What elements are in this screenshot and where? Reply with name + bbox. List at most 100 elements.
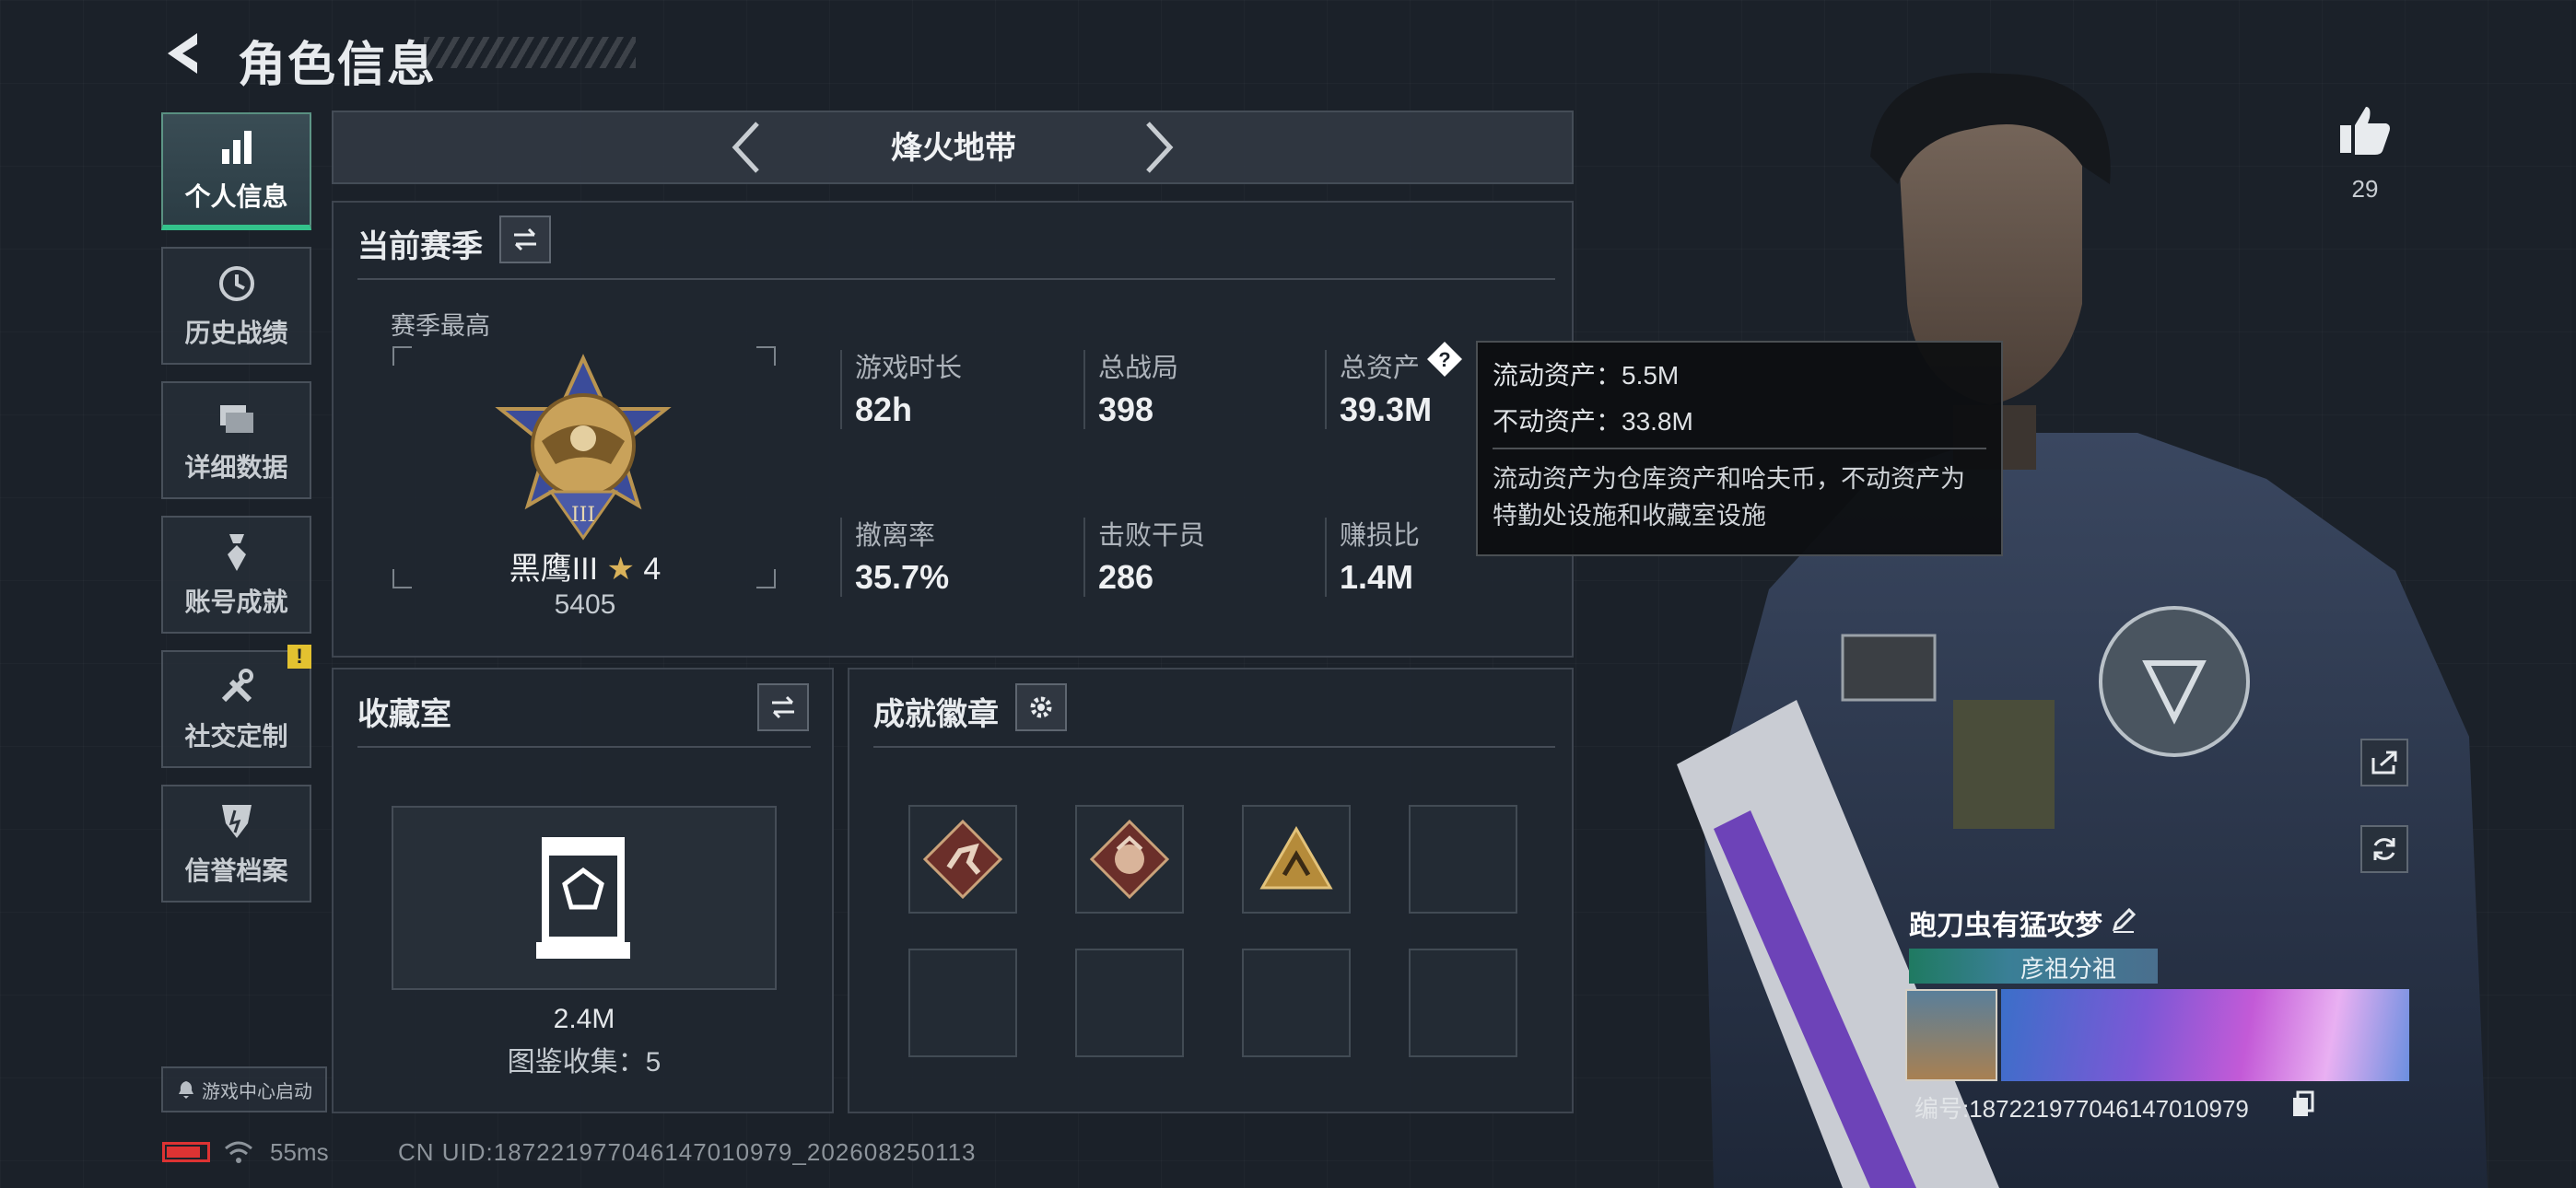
collection-title: 收藏室 xyxy=(357,697,451,732)
stat-value: 1.4M xyxy=(1340,558,1414,596)
shield-icon xyxy=(221,805,252,838)
folder-icon xyxy=(219,405,253,433)
svg-text:III: III xyxy=(571,504,595,527)
badge-slot-empty[interactable] xyxy=(1075,949,1184,1057)
liquid-assets: 流动资产：5.5M xyxy=(1493,361,1680,390)
player-banner[interactable] xyxy=(2001,989,2409,1081)
share-icon xyxy=(2371,751,2397,775)
game-center-label: 游戏中心启动 xyxy=(202,1081,312,1102)
stat-separator xyxy=(1083,350,1085,429)
badge-slot[interactable] xyxy=(1075,805,1184,914)
nav-item-label: 信誉档案 xyxy=(184,856,288,885)
collection-count: 图鉴收集：5 xyxy=(507,1047,662,1077)
stat-value: 398 xyxy=(1098,390,1154,428)
season-best-label: 赛季最高 xyxy=(391,312,490,340)
badge-slot-empty[interactable] xyxy=(1409,949,1517,1057)
badge-slot-empty[interactable] xyxy=(908,949,1017,1057)
rank-stars: 4 xyxy=(643,552,662,587)
rank-emblem-icon: III xyxy=(495,354,672,541)
ping-text: 55ms xyxy=(270,1138,329,1166)
badge-slot-empty[interactable] xyxy=(1409,805,1517,914)
player-tag: 彦祖分祖 xyxy=(2020,955,2116,983)
title-decoration xyxy=(424,37,636,68)
season-divider xyxy=(357,278,1555,280)
nav-item-credit[interactable]: 信誉档案 xyxy=(161,785,311,903)
stat-separator xyxy=(840,518,842,597)
season-title: 当前赛季 xyxy=(357,229,483,264)
svg-text:?: ? xyxy=(1438,348,1450,371)
assets-tooltip: 流动资产：5.5M 不动资产：33.8M 流动资产为仓库资产和哈夫币，不动资产为… xyxy=(1476,341,2003,556)
back-arrow-icon[interactable] xyxy=(157,26,212,81)
rank-name: 黑鹰III ★ 4 xyxy=(461,543,709,588)
nav-item-history[interactable]: 历史战绩 xyxy=(161,247,311,365)
badges-title: 成就徽章 xyxy=(873,697,999,732)
stat-value: 82h xyxy=(855,390,913,428)
page-title: 角色信息 xyxy=(238,39,438,92)
game-center-button[interactable]: 游戏中心启动 xyxy=(161,1066,327,1112)
collection-divider xyxy=(357,746,811,748)
stat-value: 35.7% xyxy=(855,558,950,596)
season-switch-button[interactable] xyxy=(499,215,551,263)
triangle-badge-icon xyxy=(1259,826,1333,890)
chevron-left-icon[interactable] xyxy=(728,118,765,177)
player-id: 编号:187221977046147010979 xyxy=(1914,1095,2249,1123)
share-button[interactable] xyxy=(2360,739,2408,786)
wifi-icon xyxy=(225,1141,252,1163)
player-name: 跑刀虫有猛攻梦 xyxy=(1909,911,2102,941)
medal-icon xyxy=(227,534,246,571)
display-case-icon xyxy=(536,837,630,959)
collection-value: 2.4M xyxy=(553,1004,615,1034)
stat-label: 赚损比 xyxy=(1340,521,1421,551)
badge-slot[interactable] xyxy=(1242,805,1351,914)
runner-badge-icon xyxy=(923,820,1002,899)
swap-icon xyxy=(772,695,794,719)
stat-separator xyxy=(1325,518,1327,597)
thumbs-up-icon[interactable] xyxy=(2336,101,2394,158)
chevron-right-icon[interactable] xyxy=(1141,118,1177,177)
nav-item-detail-data[interactable]: 详细数据 xyxy=(161,381,311,499)
rank-score: 5405 xyxy=(554,589,616,620)
question-icon[interactable]: ? xyxy=(1426,341,1463,378)
avatar[interactable] xyxy=(1905,989,1997,1081)
swap-icon xyxy=(514,227,536,251)
stat-label: 游戏时长 xyxy=(855,354,963,383)
stat-label: 总战局 xyxy=(1098,354,1179,383)
warning-badge: ! xyxy=(287,645,311,669)
collection-switch-button[interactable] xyxy=(757,683,809,731)
nav-item-label: 历史战绩 xyxy=(184,319,288,347)
mode-title: 烽火地带 xyxy=(891,131,1016,166)
tools-icon xyxy=(221,669,253,703)
badge-slot[interactable] xyxy=(908,805,1017,914)
copy-icon[interactable] xyxy=(2290,1090,2316,1118)
gear-icon xyxy=(1030,696,1052,718)
like-count: 29 xyxy=(2351,175,2379,203)
badge-slot-empty[interactable] xyxy=(1242,949,1351,1057)
nav-item-achievements[interactable]: 账号成就 xyxy=(161,516,311,634)
nav-item-personal-info[interactable]: 个人信息 xyxy=(161,112,311,230)
bar-chart-icon xyxy=(221,131,252,164)
assets-description: 流动资产为仓库资产和哈夫币，不动资产为特勤处设施和收藏室设施 xyxy=(1493,465,1965,530)
stat-value: 286 xyxy=(1098,558,1154,596)
stat-separator xyxy=(1325,350,1327,429)
nav-item-label: 社交定制 xyxy=(184,722,288,751)
tooltip-divider xyxy=(1493,448,1986,449)
stat-separator xyxy=(840,350,842,429)
dragon-badge-icon xyxy=(1090,820,1169,899)
refresh-icon xyxy=(2373,838,2395,860)
bell-icon xyxy=(179,1081,193,1099)
stat-label: 撤离率 xyxy=(855,521,936,551)
stat-separator xyxy=(1083,518,1085,597)
nav-item-label: 个人信息 xyxy=(184,182,288,211)
stat-label: 击败干员 xyxy=(1098,521,1206,551)
edit-pencil-icon[interactable] xyxy=(2110,906,2137,934)
rank-name-text: 黑鹰III xyxy=(509,552,599,587)
stat-label: 总资产 xyxy=(1340,354,1421,383)
refresh-button[interactable] xyxy=(2360,825,2408,873)
history-icon xyxy=(218,266,254,301)
fixed-assets: 不动资产：33.8M xyxy=(1493,407,1693,436)
stat-value: 39.3M xyxy=(1340,390,1433,428)
nav-item-label: 账号成就 xyxy=(184,588,288,616)
nav-item-label: 详细数据 xyxy=(184,453,288,482)
badges-settings-button[interactable] xyxy=(1015,683,1067,731)
star-icon: ★ xyxy=(606,552,635,587)
